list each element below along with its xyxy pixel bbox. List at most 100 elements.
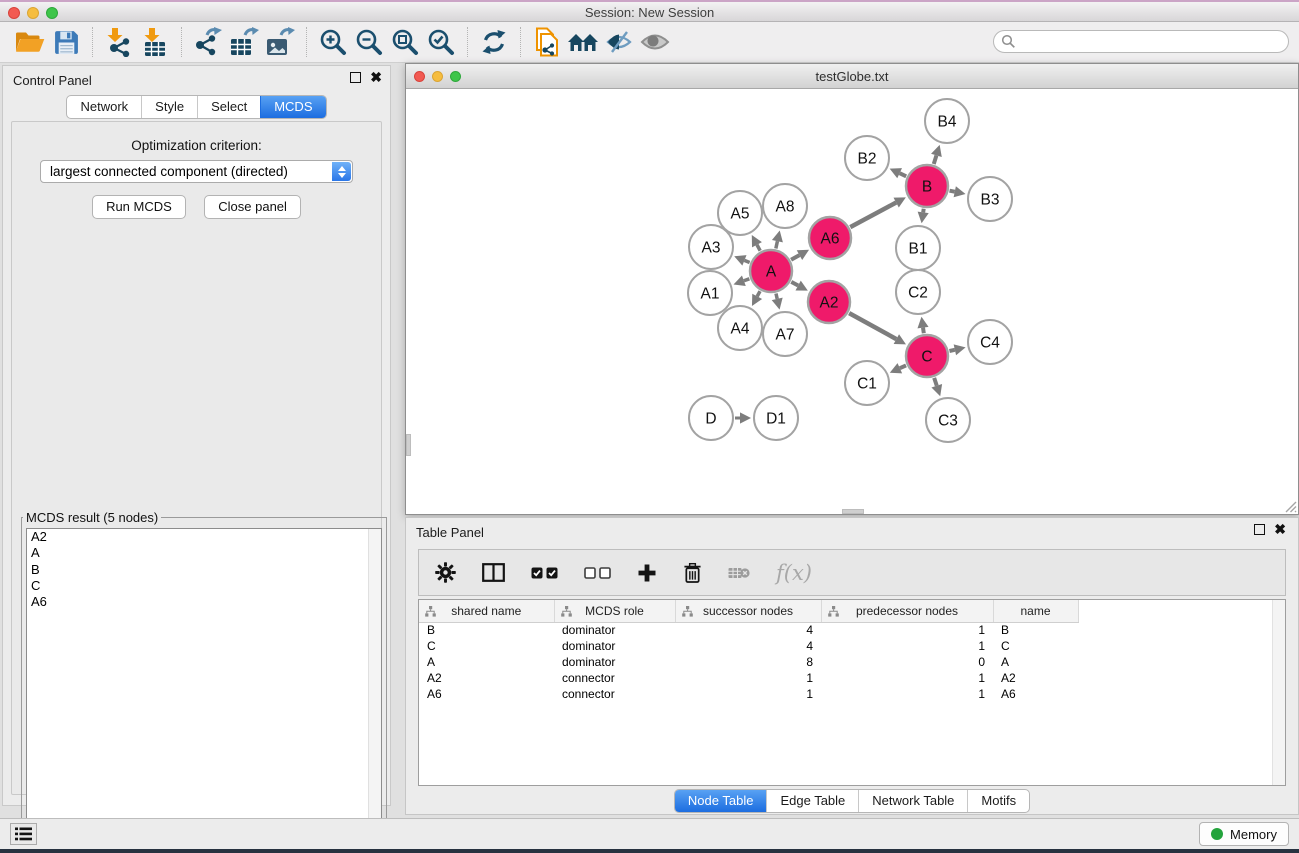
table-cell[interactable]: connector <box>554 686 675 702</box>
import-table-button[interactable] <box>137 25 173 59</box>
column-header-name[interactable]: name <box>993 600 1078 622</box>
result-list-scrollbar[interactable] <box>368 529 381 843</box>
add-column-button[interactable] <box>637 563 657 583</box>
splitter-handle[interactable] <box>842 509 864 514</box>
tab-mcds[interactable]: MCDS <box>260 96 325 118</box>
optimization-criterion-select[interactable]: largest connected component (directed) <box>40 160 353 183</box>
table-cell[interactable]: 4 <box>675 622 821 638</box>
refresh-button[interactable] <box>476 25 512 59</box>
split-column-button[interactable] <box>482 563 505 582</box>
float-panel-icon[interactable] <box>1254 524 1265 535</box>
graph-edge-B-B4[interactable] <box>934 155 937 164</box>
hide-glyphs-button[interactable] <box>601 25 637 59</box>
table-cell[interactable]: dominator <box>554 622 675 638</box>
graph-edge-A-A3[interactable] <box>744 260 749 262</box>
table-cell[interactable]: A6 <box>419 686 554 702</box>
zoom-out-button[interactable] <box>351 25 387 59</box>
result-list-item[interactable]: A2 <box>27 529 381 545</box>
table-cell[interactable]: C <box>993 638 1078 654</box>
tab-style[interactable]: Style <box>141 96 197 118</box>
table-scrollbar[interactable] <box>1272 600 1285 785</box>
table-row[interactable]: Cdominator41C <box>419 638 1078 654</box>
task-history-button[interactable] <box>10 823 37 845</box>
graph-edge-A-A7[interactable] <box>776 293 777 298</box>
table-cell[interactable]: A <box>419 654 554 670</box>
close-panel-icon[interactable]: ✖ <box>370 72 382 83</box>
deselect-all-button[interactable] <box>584 567 611 579</box>
table-cell[interactable]: 0 <box>821 654 993 670</box>
graph-edge-A-A8[interactable] <box>776 241 778 248</box>
table-row[interactable]: A2connector11A2 <box>419 670 1078 686</box>
result-list-item[interactable]: C <box>27 578 381 594</box>
select-all-button[interactable] <box>531 567 558 579</box>
graph-edge-C-C4[interactable] <box>949 350 954 351</box>
table-cell[interactable]: 1 <box>821 670 993 686</box>
result-list-item[interactable]: B <box>27 562 381 578</box>
table-cell[interactable]: 1 <box>821 638 993 654</box>
graph-edge-B-B1[interactable] <box>923 209 924 213</box>
graph-edge-A6-B[interactable] <box>850 203 896 228</box>
resize-grip[interactable] <box>1284 500 1297 513</box>
graph-edge-C-C1[interactable] <box>900 365 906 368</box>
splitter-handle[interactable] <box>406 434 411 456</box>
graph-edge-C-C3[interactable] <box>934 378 937 386</box>
graph-edge-A-A4[interactable] <box>757 291 760 296</box>
tab-select[interactable]: Select <box>197 96 260 118</box>
table-row[interactable]: A6connector11A6 <box>419 686 1078 702</box>
search-input[interactable] <box>1016 31 1288 52</box>
graph-edge-A-A2[interactable] <box>791 282 798 286</box>
save-session-button[interactable] <box>48 25 84 59</box>
import-network-button[interactable] <box>101 25 137 59</box>
result-list-item[interactable]: A6 <box>27 594 381 610</box>
table-cell[interactable]: C <box>419 638 554 654</box>
float-panel-icon[interactable] <box>350 72 361 83</box>
run-mcds-button[interactable]: Run MCDS <box>92 195 186 219</box>
export-image-button[interactable] <box>262 25 298 59</box>
table-cell[interactable]: A2 <box>993 670 1078 686</box>
graph-edge-B-B3[interactable] <box>950 191 955 192</box>
table-cell[interactable]: B <box>993 622 1078 638</box>
show-glyphs-button[interactable] <box>637 25 673 59</box>
table-row[interactable]: Adominator80A <box>419 654 1078 670</box>
network-maximize-button[interactable] <box>450 71 461 82</box>
table-cell[interactable]: connector <box>554 670 675 686</box>
graph-edge-A-A5[interactable] <box>757 245 760 251</box>
tab-node-table[interactable]: Node Table <box>675 790 767 812</box>
column-header-successor-nodes[interactable]: successor nodes <box>675 600 821 622</box>
table-row[interactable]: Bdominator41B <box>419 622 1078 638</box>
graph-edge-C-C2[interactable] <box>923 328 924 334</box>
table-settings-button[interactable] <box>435 562 456 583</box>
zoom-in-button[interactable] <box>315 25 351 59</box>
tab-network-table[interactable]: Network Table <box>858 790 967 812</box>
open-session-button[interactable] <box>12 25 48 59</box>
table-cell[interactable]: 1 <box>675 670 821 686</box>
column-header-shared-name[interactable]: shared name <box>419 600 554 622</box>
table-cell[interactable]: dominator <box>554 654 675 670</box>
graph-edge-A-A1[interactable] <box>744 279 749 281</box>
memory-button[interactable]: Memory <box>1199 822 1289 846</box>
column-header-predecessor-nodes[interactable]: predecessor nodes <box>821 600 993 622</box>
graph-edge-A-A6[interactable] <box>791 255 799 260</box>
table-cell[interactable]: A2 <box>419 670 554 686</box>
tab-edge-table[interactable]: Edge Table <box>766 790 858 812</box>
table-cell[interactable]: 1 <box>821 686 993 702</box>
network-minimize-button[interactable] <box>432 71 443 82</box>
delete-column-button[interactable] <box>683 562 702 584</box>
table-cell[interactable]: 1 <box>821 622 993 638</box>
close-panel-button[interactable]: Close panel <box>204 195 301 219</box>
tab-network[interactable]: Network <box>67 96 141 118</box>
table-cell[interactable]: 4 <box>675 638 821 654</box>
export-network-button[interactable] <box>190 25 226 59</box>
table-cell[interactable]: 8 <box>675 654 821 670</box>
graph-edge-B-B2[interactable] <box>900 173 907 176</box>
table-cell[interactable]: B <box>419 622 554 638</box>
tab-motifs[interactable]: Motifs <box>967 790 1029 812</box>
table-cell[interactable]: A6 <box>993 686 1078 702</box>
graph-edge-A2-C[interactable] <box>849 313 896 339</box>
result-list-item[interactable]: A <box>27 545 381 561</box>
close-panel-icon[interactable]: ✖ <box>1274 524 1286 535</box>
network-from-document-button[interactable] <box>529 25 565 59</box>
zoom-selected-button[interactable] <box>423 25 459 59</box>
table-cell[interactable]: A <box>993 654 1078 670</box>
home-button[interactable] <box>565 25 601 59</box>
